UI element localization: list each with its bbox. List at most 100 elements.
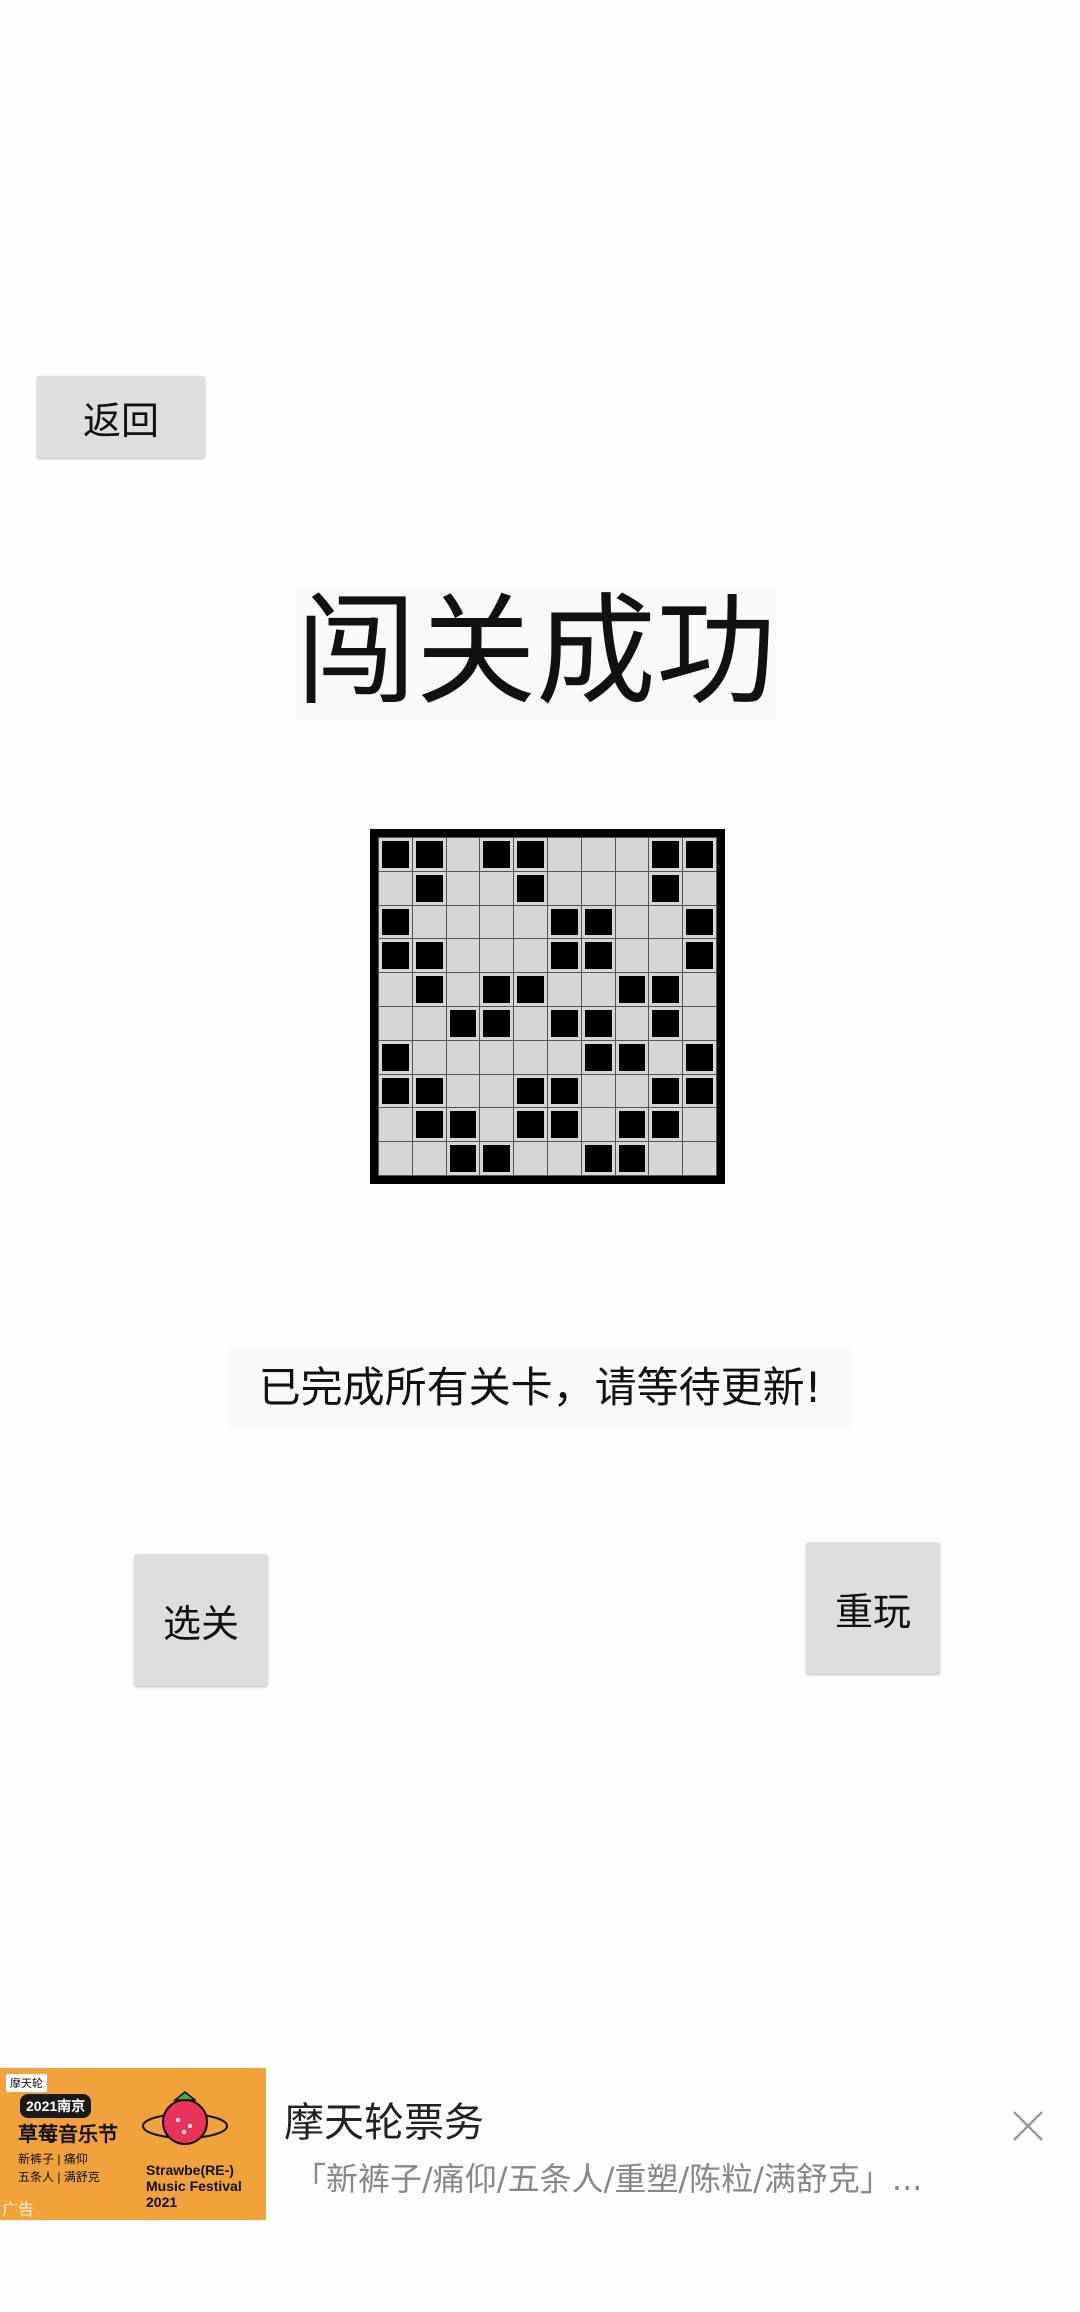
cell-empty — [547, 838, 581, 871]
cell-empty — [581, 871, 615, 905]
cell-filled — [547, 939, 581, 973]
cell-filled — [379, 838, 412, 871]
cell-empty — [446, 973, 480, 1006]
cell-empty — [514, 1040, 547, 1074]
cell-empty — [615, 1074, 649, 1108]
cell-empty — [581, 973, 615, 1006]
cell-empty — [446, 1040, 480, 1074]
cell-empty — [480, 905, 514, 939]
cell-filled — [480, 838, 514, 871]
ad-thumb-fest-english: Strawbe(RE-) Music Festival 2021 — [146, 2162, 242, 2210]
ad-thumb-logo: 摩天轮 — [6, 2074, 47, 2092]
cell-empty — [683, 1108, 716, 1142]
ad-title[interactable]: 摩天轮票务 — [284, 2090, 484, 2148]
ad-thumb-fest-en-1: Strawbe(RE-) — [146, 2162, 234, 2178]
puzzle-board — [370, 829, 725, 1184]
cell-empty — [514, 1006, 547, 1040]
cell-filled — [412, 871, 446, 905]
cell-empty — [514, 1142, 547, 1175]
replay-button[interactable]: 重玩 — [806, 1542, 940, 1674]
cell-filled — [446, 1142, 480, 1175]
back-button[interactable]: 返回 — [37, 376, 205, 458]
cell-filled — [649, 1108, 683, 1142]
cell-empty — [683, 871, 716, 905]
cell-empty — [683, 973, 716, 1006]
cell-empty — [379, 871, 412, 905]
completion-message: 已完成所有关卡，请等待更新! — [230, 1348, 850, 1428]
cell-filled — [683, 1040, 716, 1074]
cell-filled — [683, 1074, 716, 1108]
ad-banner[interactable]: 摩天轮 2021南京 草莓音乐节 新裤子 | 痛仰 五条人 | 满舒克 Stra… — [0, 2068, 1080, 2220]
cell-filled — [412, 1108, 446, 1142]
cell-filled — [547, 1006, 581, 1040]
cell-empty — [581, 1108, 615, 1142]
cell-filled — [581, 939, 615, 973]
cell-empty — [446, 871, 480, 905]
cell-empty — [514, 939, 547, 973]
cell-filled — [514, 1108, 547, 1142]
cell-filled — [379, 1040, 412, 1074]
cell-empty — [649, 1142, 683, 1175]
cell-empty — [480, 939, 514, 973]
ad-description[interactable]: 「新裤子/痛仰/五条人/重塑/陈粒/满舒克」... — [294, 2154, 1014, 2200]
cell-empty — [615, 871, 649, 905]
cell-filled — [615, 1108, 649, 1142]
cell-empty — [547, 1142, 581, 1175]
cell-empty — [379, 1108, 412, 1142]
cell-empty — [379, 973, 412, 1006]
ad-thumb-fest-en-3: 2021 — [146, 2194, 178, 2210]
cell-empty — [412, 1006, 446, 1040]
close-icon[interactable] — [1008, 2106, 1048, 2146]
cell-filled — [615, 1040, 649, 1074]
cell-filled — [649, 871, 683, 905]
cell-empty — [446, 939, 480, 973]
cell-empty — [379, 1142, 412, 1175]
cell-filled — [514, 838, 547, 871]
cell-empty — [581, 838, 615, 871]
cell-empty — [480, 1108, 514, 1142]
cell-filled — [480, 973, 514, 1006]
cell-filled — [412, 973, 446, 1006]
cell-empty — [547, 871, 581, 905]
ad-thumb-artists-1: 新裤子 | 痛仰 — [18, 2152, 88, 2166]
ad-thumbnail[interactable]: 摩天轮 2021南京 草莓音乐节 新裤子 | 痛仰 五条人 | 满舒克 Stra… — [0, 2068, 266, 2220]
cell-filled — [379, 905, 412, 939]
cell-empty — [412, 905, 446, 939]
cell-filled — [581, 1142, 615, 1175]
cell-empty — [514, 905, 547, 939]
puzzle-grid — [378, 837, 717, 1176]
cell-empty — [615, 905, 649, 939]
cell-empty — [615, 1006, 649, 1040]
cell-filled — [379, 939, 412, 973]
cell-filled — [649, 838, 683, 871]
cell-filled — [547, 1074, 581, 1108]
cell-filled — [649, 1006, 683, 1040]
cell-empty — [547, 973, 581, 1006]
ad-thumb-artists-2: 五条人 | 满舒克 — [18, 2170, 100, 2184]
cell-empty — [480, 1040, 514, 1074]
cell-empty — [683, 1142, 716, 1175]
cell-filled — [446, 1006, 480, 1040]
cell-filled — [547, 1108, 581, 1142]
cell-empty — [649, 905, 683, 939]
cell-empty — [412, 1142, 446, 1175]
cell-filled — [412, 838, 446, 871]
cell-filled — [480, 1006, 514, 1040]
cell-filled — [446, 1108, 480, 1142]
ad-thumb-fest-en-2: Music Festival — [146, 2178, 242, 2194]
select-level-button[interactable]: 选关 — [134, 1554, 268, 1686]
cell-empty — [683, 1006, 716, 1040]
cell-empty — [412, 1040, 446, 1074]
cell-empty — [446, 838, 480, 871]
cell-empty — [649, 939, 683, 973]
cell-empty — [379, 1006, 412, 1040]
cell-filled — [514, 973, 547, 1006]
cell-empty — [480, 871, 514, 905]
cell-filled — [581, 1006, 615, 1040]
cell-filled — [683, 905, 716, 939]
cell-empty — [547, 1040, 581, 1074]
cell-filled — [581, 905, 615, 939]
cell-empty — [615, 838, 649, 871]
cell-filled — [615, 973, 649, 1006]
strawberry-planet-icon — [142, 2091, 228, 2145]
